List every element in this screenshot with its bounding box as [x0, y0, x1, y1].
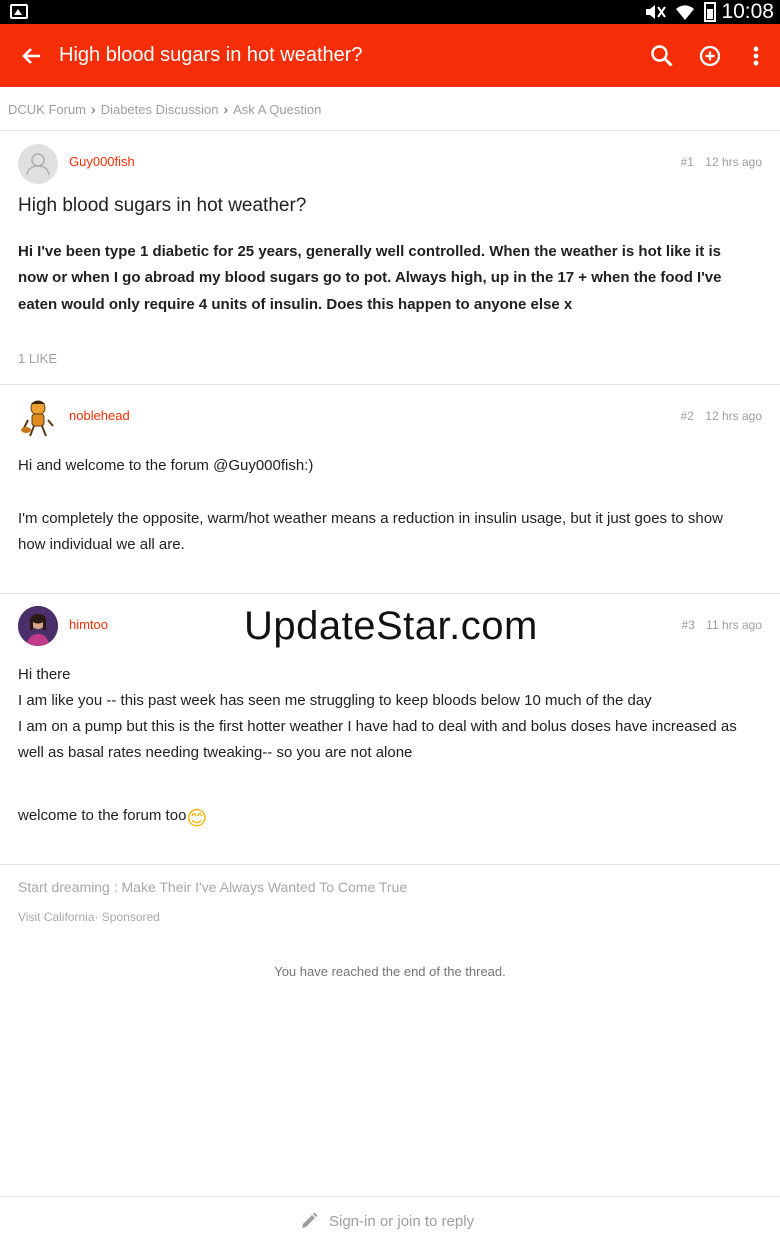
post-time: 12 hrs ago — [705, 409, 762, 423]
page: 10:08 High blood sugars in hot weather? … — [0, 0, 780, 1248]
like-count[interactable]: 1 LIKE — [18, 351, 57, 366]
add-circle-icon[interactable] — [696, 42, 724, 70]
avatar-guy000fish[interactable] — [18, 144, 58, 184]
post-body: Hi I've been type 1 diabetic for 25 year… — [18, 243, 722, 313]
wifi-icon — [676, 5, 694, 20]
battery-icon — [704, 2, 716, 22]
avatar-himtoo[interactable] — [18, 606, 58, 646]
post-line: Hi there — [18, 666, 71, 683]
default-user-icon — [26, 153, 50, 176]
smiley-emoji-icon: 😊 — [186, 808, 208, 830]
post-paragraph: Hi and welcome to the forum @Guy000fish:… — [18, 457, 314, 474]
user-photo-icon — [18, 606, 58, 646]
post-1: Guy000fish #1 12 hrs ago High blood suga… — [0, 131, 780, 384]
post-meta: #3 11 hrs ago — [681, 618, 762, 632]
sponsored-by: Visit California· Sponsored — [18, 910, 160, 924]
avatar-noblehead[interactable] — [18, 398, 58, 438]
breadcrumb: DCUK Forum › Diabetes Discussion › Ask A… — [8, 87, 321, 131]
post-number[interactable]: #1 — [681, 155, 694, 169]
sponsored-title[interactable]: Start dreaming : Make Their I've Always … — [18, 879, 407, 895]
post-time: 12 hrs ago — [705, 155, 762, 169]
breadcrumb-item-ask-a-question[interactable]: Ask A Question — [233, 102, 321, 117]
app-bar: High blood sugars in hot weather? — [0, 24, 780, 87]
post-2: noblehead #2 12 hrs ago Hi and welcome t… — [0, 385, 780, 593]
chevron-right-icon: › — [91, 101, 96, 117]
post-line: I am like you -- this past week has seen… — [18, 692, 652, 709]
gallery-notification-icon — [10, 4, 28, 19]
post-time: 11 hrs ago — [706, 618, 762, 632]
post-paragraph: I'm completely the opposite, warm/hot we… — [18, 510, 723, 554]
reply-label: Sign-in or join to reply — [329, 1212, 475, 1230]
end-of-thread-note: You have reached the end of the thread. — [274, 964, 506, 979]
clock: 10:08 — [721, 0, 774, 23]
post-title: High blood sugars in hot weather? — [18, 195, 307, 216]
post-meta: #2 12 hrs ago — [681, 409, 762, 423]
post-closing-text: welcome to the forum too — [18, 807, 187, 824]
watermark: UpdateStar.com — [244, 604, 538, 648]
mute-icon — [646, 5, 666, 19]
post-author[interactable]: noblehead — [69, 408, 130, 423]
post-author[interactable]: Guy000fish — [69, 154, 135, 169]
status-bar: 10:08 — [0, 0, 780, 24]
post-number[interactable]: #3 — [681, 618, 694, 632]
pencil-icon — [302, 1212, 318, 1228]
thread-title: High blood sugars in hot weather? — [59, 44, 363, 66]
post-closing: welcome to the forum too😊 — [18, 803, 750, 832]
reply-button[interactable]: Sign-in or join to reply — [299, 1211, 474, 1231]
chevron-right-icon: › — [223, 101, 229, 117]
status-icons — [644, 2, 716, 22]
breadcrumb-item-forum[interactable]: DCUK Forum — [8, 102, 86, 117]
post-meta: #1 12 hrs ago — [681, 155, 762, 169]
post-line: I am on a pump but this is the first hot… — [18, 718, 737, 762]
search-icon[interactable] — [648, 42, 676, 70]
divider — [0, 864, 780, 865]
reply-bar[interactable]: Sign-in or join to reply — [0, 1196, 780, 1248]
post-number[interactable]: #2 — [681, 409, 694, 423]
cartoon-character-icon — [21, 400, 54, 437]
post-author[interactable]: himtoo — [69, 617, 108, 632]
breadcrumb-item-diabetes-discussion[interactable]: Diabetes Discussion — [101, 102, 219, 117]
overflow-menu-icon[interactable] — [742, 42, 770, 70]
back-arrow-icon[interactable] — [18, 42, 46, 70]
